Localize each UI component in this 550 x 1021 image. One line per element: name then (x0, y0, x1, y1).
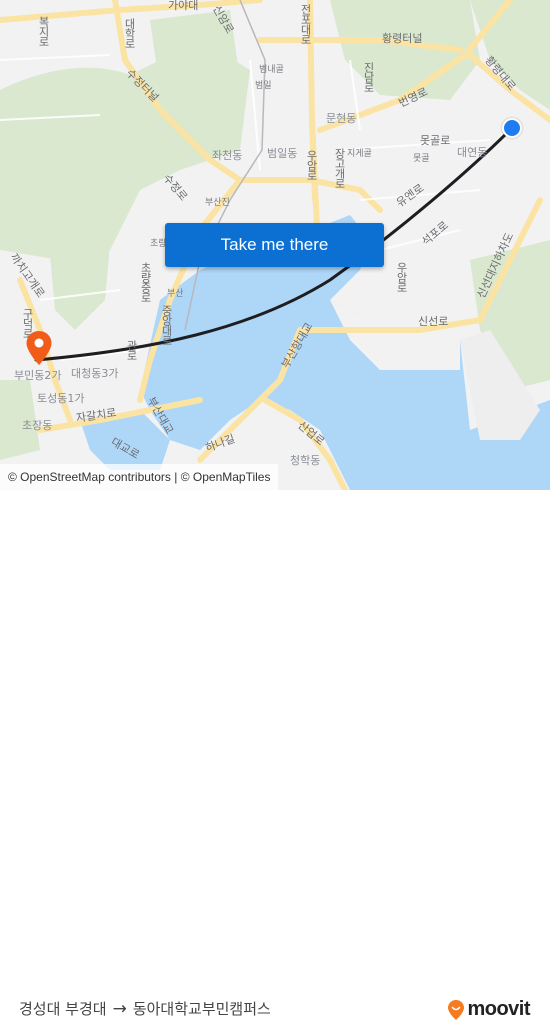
map-label-place: 부산 (167, 289, 184, 299)
map-label-road: 신선로 (418, 315, 449, 328)
map-label-road: 가야대 (168, 0, 199, 12)
attribution-text: © OpenStreetMap contributors | © OpenMap… (8, 470, 271, 484)
map-label-road: 복지로 (37, 16, 50, 46)
map-label-road: 전포대로 (299, 4, 312, 44)
map-label-place: 범내골 (259, 65, 284, 75)
map-label-area: 대연동 (457, 146, 488, 159)
map-label-area: 토성동1가 (37, 392, 85, 405)
map-view[interactable]: 복지로 대학로 수정터널 가야대 신암로 전포대로 황령터널 진남로 범내골 범… (0, 0, 550, 490)
map-label-road: 대학로 (123, 18, 136, 48)
map-label-place: 부산진 (205, 198, 230, 208)
map-label-area: 부민동2가 (14, 369, 62, 382)
map-label-area: 문현동 (326, 112, 357, 125)
map-label-road: 못골로 (420, 134, 451, 147)
map-label-area: 대청동3가 (71, 367, 119, 380)
moovit-pin-icon (448, 999, 465, 1020)
map-label-place: 못골 (413, 154, 430, 164)
route-summary: 경성대 부경대 → 동아대학교부민캠퍼스 (19, 998, 271, 1019)
origin-name: 경성대 부경대 (19, 1000, 107, 1018)
route-footer: 경성대 부경대 → 동아대학교부민캠퍼스 moovit (0, 490, 550, 1020)
map-label-road: 장고개로 (333, 148, 346, 188)
map-label-area: 초장동 (22, 419, 53, 432)
minor-road (0, 54, 111, 61)
destination-pin-icon[interactable] (25, 330, 53, 366)
road-jwacheon (237, 177, 383, 213)
moovit-logo[interactable]: moovit (447, 998, 530, 1021)
map-label-road: 중앙대로 (160, 305, 173, 345)
park-area (50, 245, 110, 330)
map-label-place: 범일 (255, 81, 272, 91)
map-label-road: 관로 (125, 340, 138, 360)
arrow-right-icon: → (112, 998, 127, 1019)
take-me-there-button[interactable]: Take me there (165, 223, 384, 267)
map-label-area: 청학동 (290, 454, 321, 467)
map-label-road: 진남로 (362, 62, 375, 92)
map-label-road: 황령터널 (382, 32, 423, 45)
map-label-area: 범일동 (267, 147, 298, 160)
map-label-area: 좌천동 (212, 149, 243, 162)
destination-name: 동아대학교부민캠퍼스 (132, 1000, 271, 1018)
map-label-road: 초량중로 (139, 262, 152, 302)
brand-name: moovit (467, 998, 530, 1020)
map-label-road: 우암로 (395, 262, 408, 292)
map-label-road: 우암로 (305, 150, 318, 180)
map-attribution: © OpenStreetMap contributors | © OpenMap… (0, 464, 279, 490)
minor-road (249, 59, 261, 171)
map-label-place: 지게골 (347, 149, 372, 159)
origin-location-marker[interactable] (502, 118, 522, 138)
